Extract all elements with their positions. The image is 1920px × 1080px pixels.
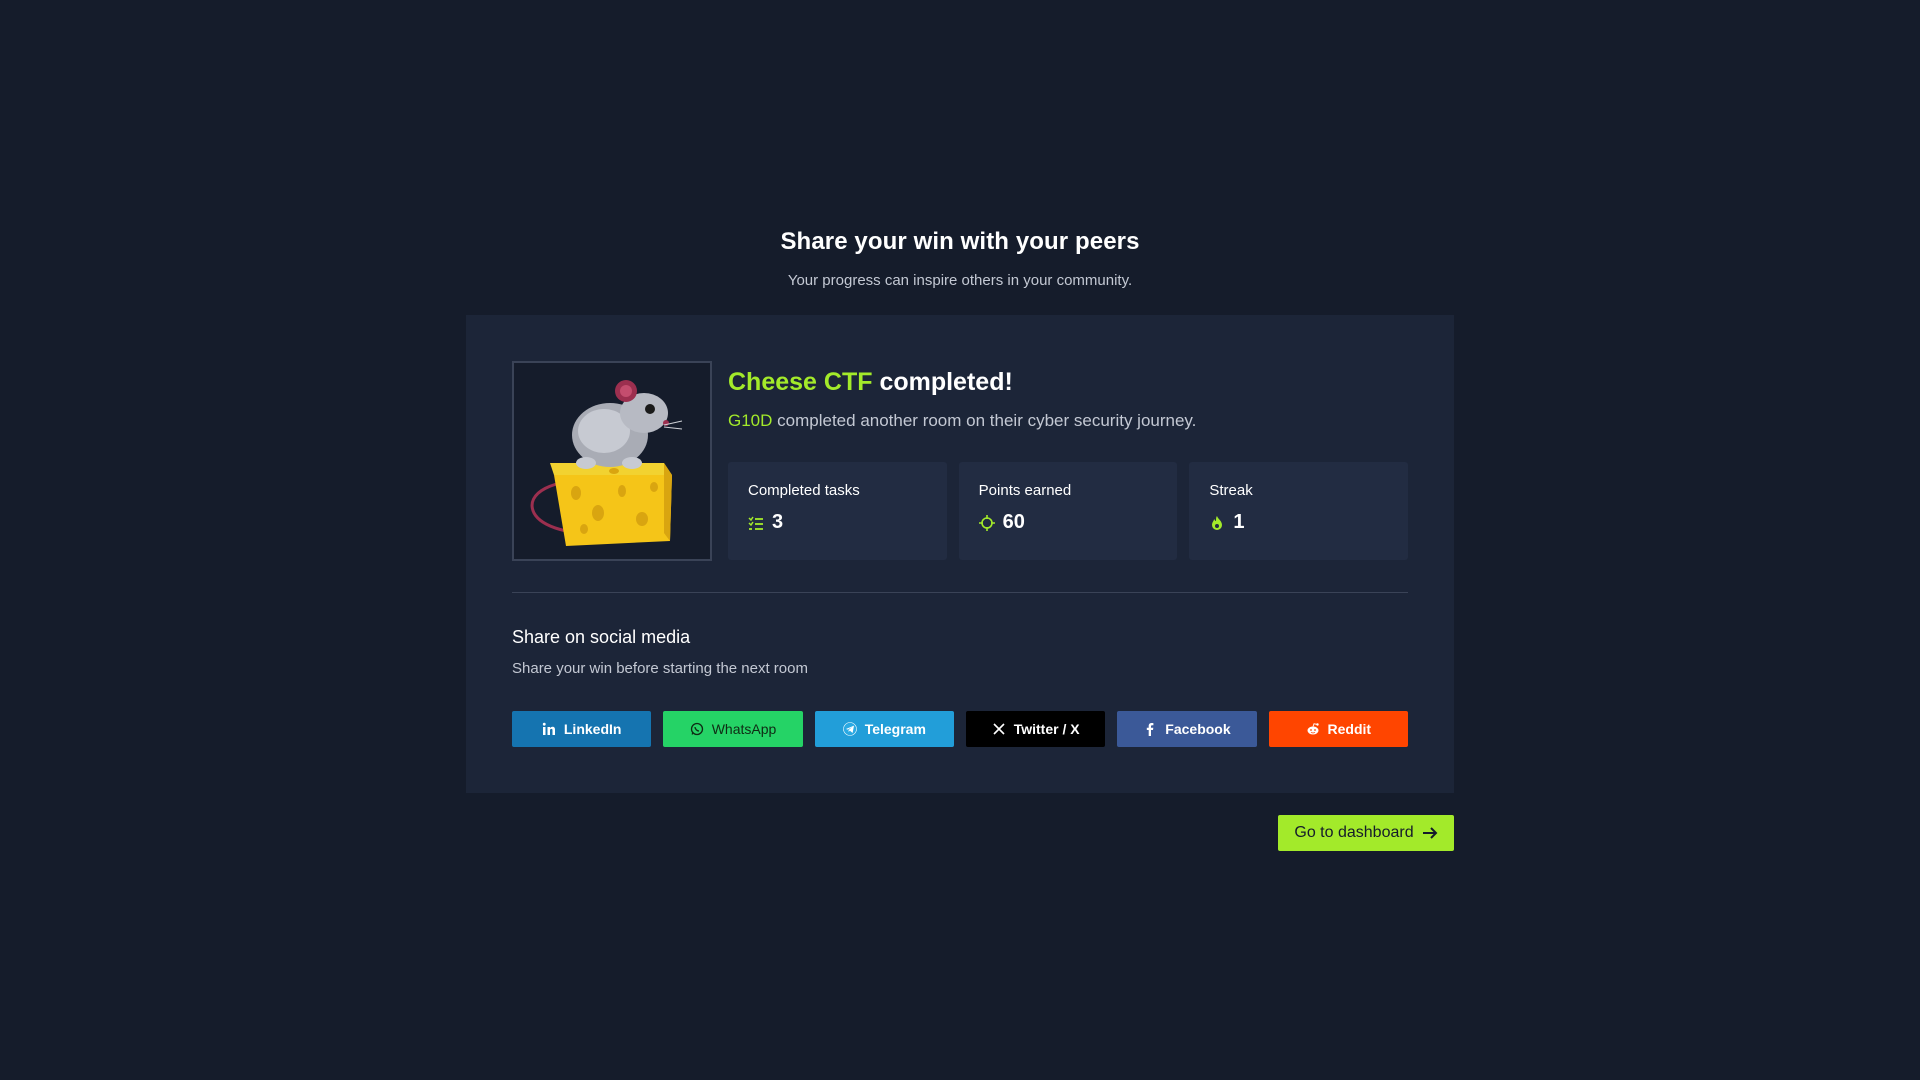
social-buttons: LinkedIn WhatsApp Telegram Twitter / X F… xyxy=(512,711,1408,747)
crosshair-icon xyxy=(978,514,995,531)
divider xyxy=(512,592,1408,593)
telegram-icon xyxy=(842,722,857,736)
button-label: Facebook xyxy=(1165,721,1231,737)
linkedin-icon xyxy=(542,722,555,735)
stat-streak: Streak 1 xyxy=(1189,462,1409,560)
share-section-title: Share on social media xyxy=(512,627,691,647)
telegram-share-button[interactable]: Telegram xyxy=(814,711,954,747)
arrow-right-icon xyxy=(1422,827,1438,839)
linkedin-share-button[interactable]: LinkedIn xyxy=(512,711,652,747)
mouse-on-cheese-image xyxy=(530,380,683,546)
room-image xyxy=(512,361,712,561)
room-info: Cheese CTF completed! G10D completed ano… xyxy=(728,361,1409,560)
button-label: Twitter / X xyxy=(1013,721,1080,737)
whatsapp-icon xyxy=(690,722,703,736)
whatsapp-share-button[interactable]: WhatsApp xyxy=(663,711,803,747)
page: Share your win with your peers Your prog… xyxy=(0,0,1920,1080)
stat-value-row: 60 xyxy=(978,511,1158,534)
facebook-icon xyxy=(1147,723,1154,736)
stat-value-row: 3 xyxy=(748,511,927,534)
reddit-share-button[interactable]: Reddit xyxy=(1268,711,1408,747)
task-list-icon xyxy=(748,516,763,530)
facebook-share-button[interactable]: Facebook xyxy=(1117,711,1257,747)
button-label: Go to dashboard xyxy=(1294,824,1414,841)
stat-value: 3 xyxy=(772,511,784,533)
stats-row: Completed tasks 3 Points earned 60 Strea… xyxy=(728,462,1409,560)
reddit-icon xyxy=(1307,723,1319,735)
share-header: Share your win with your peers Your prog… xyxy=(0,228,1920,289)
button-label: Telegram xyxy=(864,721,926,737)
stat-value: 60 xyxy=(1002,511,1025,533)
completion-title: Cheese CTF completed! xyxy=(728,365,1408,399)
room-name: Cheese CTF xyxy=(728,368,873,396)
stat-completed-tasks: Completed tasks 3 xyxy=(728,462,947,560)
description-text: completed another room on their cyber se… xyxy=(777,411,1197,430)
stat-value-row: 1 xyxy=(1209,511,1388,534)
stat-label: Completed tasks xyxy=(748,482,860,499)
completion-description: G10D completed another room on their cyb… xyxy=(728,411,1408,431)
page-subtitle: Your progress can inspire others in your… xyxy=(787,272,1133,289)
button-label: WhatsApp xyxy=(711,721,777,737)
go-to-dashboard-button[interactable]: Go to dashboard xyxy=(1278,815,1454,851)
share-card: Cheese CTF completed! G10D completed ano… xyxy=(466,315,1454,793)
x-icon xyxy=(993,723,1005,735)
stat-points-earned: Points earned 60 xyxy=(958,462,1178,560)
twitter-share-button[interactable]: Twitter / X xyxy=(965,711,1106,747)
stat-label: Streak xyxy=(1209,482,1253,499)
share-section-subtitle: Share your win before starting the next … xyxy=(512,660,808,677)
stat-label: Points earned xyxy=(978,482,1072,499)
completion-label: completed! xyxy=(879,368,1013,396)
fire-icon xyxy=(1212,515,1223,530)
button-label: Reddit xyxy=(1327,721,1372,737)
page-title: Share your win with your peers xyxy=(780,228,1140,255)
username: G10D xyxy=(728,411,773,430)
button-label: LinkedIn xyxy=(563,721,622,737)
stat-value: 1 xyxy=(1233,511,1245,533)
